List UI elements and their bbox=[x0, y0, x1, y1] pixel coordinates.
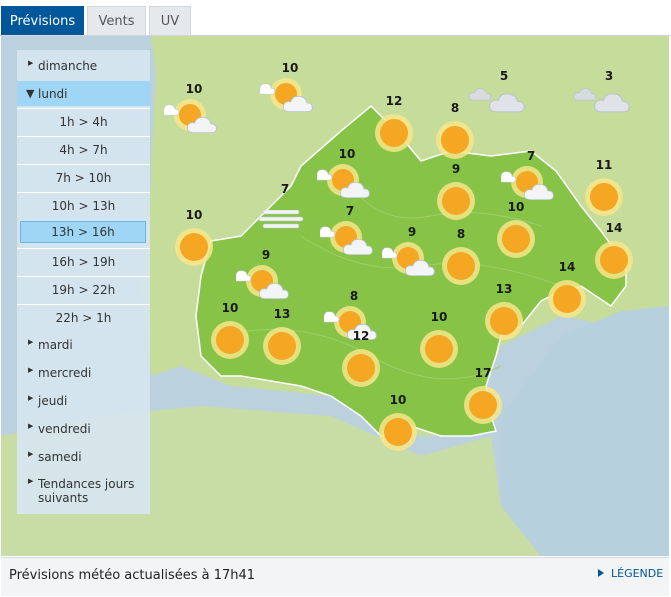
day-label: lundi bbox=[38, 87, 68, 101]
day-tendances[interactable]: ▶ Tendances jours suivants bbox=[17, 477, 150, 507]
triangle-right-icon: ▶ bbox=[28, 338, 34, 346]
day-label: mercredi bbox=[38, 366, 92, 380]
temperature-label: 10 bbox=[338, 147, 356, 161]
triangle-down-icon: ▼ bbox=[26, 87, 35, 100]
temperature-label: 14 bbox=[558, 260, 576, 274]
slot-10h-13h[interactable]: 10h > 13h bbox=[17, 192, 150, 219]
triangle-right-icon: ▶ bbox=[28, 394, 34, 402]
tab-uv[interactable]: UV bbox=[149, 6, 191, 36]
footer-bar: Prévisions météo actualisées à 17h41 LÉG… bbox=[1, 557, 669, 596]
slot-7h-10h[interactable]: 7h > 10h bbox=[17, 164, 150, 191]
slot-22h-1h[interactable]: 22h > 1h bbox=[17, 304, 150, 331]
triangle-right-icon: ▶ bbox=[28, 477, 34, 485]
temperature-label: 5 bbox=[499, 69, 509, 83]
temperature-label: 10 bbox=[389, 393, 407, 407]
temperature-label: 8 bbox=[450, 101, 460, 115]
update-text: Prévisions météo actualisées à 17h41 bbox=[9, 568, 256, 583]
temperature-label: 13 bbox=[495, 282, 513, 296]
temperature-label: 10 bbox=[507, 200, 525, 214]
tab-vents[interactable]: Vents bbox=[87, 6, 146, 36]
day-label: Tendances jours suivants bbox=[38, 477, 135, 505]
slot-19h-22h[interactable]: 19h > 22h bbox=[17, 276, 150, 303]
temperature-label: 3 bbox=[604, 69, 614, 83]
temperature-label: 7 bbox=[345, 204, 355, 218]
temperature-label: 9 bbox=[451, 162, 461, 176]
day-label: samedi bbox=[38, 450, 82, 464]
temperature-label: 10 bbox=[281, 61, 299, 75]
triangle-right-icon: ▶ bbox=[28, 422, 34, 430]
temperature-label: 8 bbox=[349, 289, 359, 303]
temperature-label: 9 bbox=[407, 225, 417, 239]
temperature-label: 7 bbox=[526, 149, 536, 163]
day-label: dimanche bbox=[38, 59, 98, 73]
slot-13h-16h[interactable]: 13h > 16h bbox=[20, 221, 146, 243]
temperature-label: 17 bbox=[474, 366, 492, 380]
temperature-label: 10 bbox=[185, 82, 203, 96]
day-label: mardi bbox=[38, 338, 73, 352]
day-jeudi[interactable]: ▶ jeudi bbox=[17, 394, 150, 408]
triangle-right-icon: ▶ bbox=[28, 450, 34, 458]
temperature-label: 14 bbox=[605, 221, 623, 235]
slot-1h-4h[interactable]: 1h > 4h bbox=[17, 108, 150, 135]
temperature-label: 7 bbox=[280, 182, 290, 196]
temperature-label: 13 bbox=[273, 307, 291, 321]
tab-previsions[interactable]: Prévisions bbox=[1, 6, 84, 36]
triangle-right-icon: ▶ bbox=[28, 59, 34, 67]
time-sidebar: ▶ dimanche ▼ lundi 1h > 4h 4h > 7h 7h > … bbox=[17, 50, 150, 514]
day-label: jeudi bbox=[38, 394, 68, 408]
triangle-right-icon: ▶ bbox=[28, 366, 34, 374]
sea bbox=[501, 306, 669, 556]
temperature-label: 10 bbox=[185, 208, 203, 222]
slot-16h-19h[interactable]: 16h > 19h bbox=[17, 248, 150, 275]
day-lundi[interactable]: ▼ lundi bbox=[17, 81, 150, 106]
day-samedi[interactable]: ▶ samedi bbox=[17, 450, 150, 464]
day-mardi[interactable]: ▶ mardi bbox=[17, 338, 150, 352]
temperature-label: 8 bbox=[456, 227, 466, 241]
temperature-label: 9 bbox=[261, 248, 271, 262]
day-vendredi[interactable]: ▶ vendredi bbox=[17, 422, 150, 436]
temperature-label: 11 bbox=[595, 158, 613, 172]
day-label: vendredi bbox=[38, 422, 91, 436]
temperature-label: 12 bbox=[352, 329, 370, 343]
slot-4h-7h[interactable]: 4h > 7h bbox=[17, 136, 150, 163]
day-mercredi[interactable]: ▶ mercredi bbox=[17, 366, 150, 380]
temperature-label: 10 bbox=[221, 301, 239, 315]
tab-bar: Prévisions Vents UV bbox=[0, 0, 671, 36]
triangle-right-icon bbox=[598, 569, 604, 577]
temperature-label: 12 bbox=[385, 94, 403, 108]
day-dimanche[interactable]: ▶ dimanche bbox=[17, 59, 150, 73]
legend-label: LÉGENDE bbox=[611, 567, 664, 580]
temperature-label: 10 bbox=[430, 310, 448, 324]
